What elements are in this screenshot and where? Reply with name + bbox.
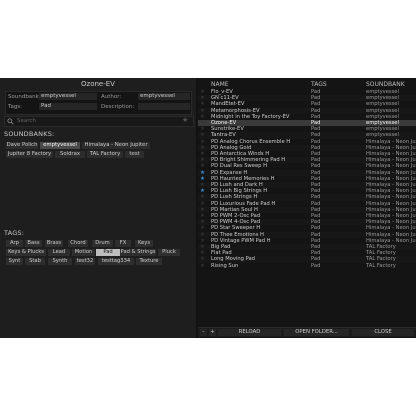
tags-field[interactable]: Pad bbox=[39, 103, 97, 110]
column-header-tags[interactable]: TAGS bbox=[311, 81, 327, 89]
tag-chip[interactable]: Texture bbox=[136, 258, 162, 265]
remove-button[interactable]: - bbox=[200, 329, 207, 336]
table-row[interactable]: ★ Rising Sun Pad TAL Factory bbox=[198, 263, 416, 269]
soundbank-chip[interactable]: Himalaya - Neon Jupiter bbox=[82, 142, 150, 149]
tag-chip[interactable]: Chord bbox=[68, 240, 88, 247]
soundbank-chip[interactable]: Dave Polich bbox=[6, 142, 38, 149]
column-header-soundbank[interactable]: SOUNDBANK bbox=[366, 81, 405, 89]
tag-chip[interactable]: Keys bbox=[135, 240, 153, 247]
favorites-filter-star-icon[interactable]: ★ bbox=[182, 117, 188, 124]
soundbank-label: Soundbank: bbox=[8, 94, 41, 100]
author-label: Author: bbox=[101, 94, 122, 100]
tag-chip[interactable]: Synth bbox=[48, 258, 72, 265]
soundbank-chip[interactable]: emptyvessel bbox=[40, 142, 80, 149]
tag-chip[interactable]: Pad & Strings bbox=[120, 249, 156, 256]
search-input[interactable]: Search bbox=[17, 117, 36, 126]
tag-chip[interactable]: Drum bbox=[92, 240, 113, 247]
soundbanks-title: SOUNDBANKS: bbox=[4, 130, 55, 138]
reload-button[interactable]: RELOAD bbox=[218, 329, 281, 336]
tag-chip[interactable]: Motion bbox=[72, 249, 95, 256]
author-field[interactable]: emptyvessel bbox=[138, 93, 190, 100]
preset-name-cell: Rising Sun bbox=[211, 262, 239, 269]
tags-title: TAGS: bbox=[4, 229, 25, 237]
description-label: Description: bbox=[101, 104, 135, 110]
soundbank-chip[interactable]: test bbox=[125, 151, 144, 158]
tag-chip[interactable]: FX bbox=[115, 240, 131, 247]
tag-chip[interactable]: testtag334 bbox=[98, 258, 134, 265]
preset-browser-window: Ozone-EV Soundbank: emptyvessel Tags: Pa… bbox=[0, 78, 416, 338]
tag-chip[interactable]: Keys & Plucks bbox=[6, 249, 46, 256]
open-folder-button[interactable]: OPEN FOLDER... bbox=[284, 329, 349, 336]
add-button[interactable]: + bbox=[209, 329, 216, 336]
soundbank-field[interactable]: emptyvessel bbox=[39, 93, 97, 100]
soundbank-chip[interactable]: TAL Factory bbox=[87, 151, 123, 158]
preset-title: Ozone-EV bbox=[81, 80, 115, 88]
preset-info-panel: Ozone-EV Soundbank: emptyvessel Tags: Pa… bbox=[0, 78, 196, 338]
description-field[interactable] bbox=[138, 103, 190, 110]
tag-chip[interactable]: Lead bbox=[48, 249, 70, 256]
tag-chip[interactable]: Pad bbox=[96, 249, 120, 256]
tag-chip[interactable]: test32 bbox=[75, 258, 95, 265]
bottom-toolbar: - + RELOAD OPEN FOLDER... CLOSE bbox=[198, 327, 416, 337]
close-button[interactable]: CLOSE bbox=[352, 329, 414, 336]
soundbank-chip[interactable]: Jupiter 8 Factory bbox=[6, 151, 53, 158]
tag-chip[interactable]: Pluck bbox=[158, 249, 180, 256]
search-icon bbox=[7, 118, 14, 125]
tag-chip[interactable]: Bass bbox=[25, 240, 42, 247]
tag-chip[interactable]: Brass bbox=[45, 240, 63, 247]
tag-chip[interactable]: Arp bbox=[6, 240, 23, 247]
column-header-name[interactable]: NAME bbox=[211, 81, 229, 89]
preset-list-panel: NAME TAGS SOUNDBANK ★ Flo_v-EV Pad emptyves… bbox=[198, 78, 416, 338]
preset-tags-cell: Pad bbox=[311, 262, 321, 269]
tags-label: Tags: bbox=[8, 104, 23, 110]
preset-info-box: Soundbank: emptyvessel Tags: Pad Author:… bbox=[5, 91, 192, 115]
preset-soundbank-cell: TAL Factory bbox=[366, 262, 396, 269]
tag-chip[interactable]: Synt bbox=[6, 258, 23, 265]
soundbank-chip[interactable]: Soldrax bbox=[55, 151, 85, 158]
favorite-star-icon[interactable]: ★ bbox=[199, 263, 206, 269]
tag-chip[interactable]: Stab bbox=[25, 258, 45, 265]
search-bar[interactable]: Search bbox=[4, 116, 194, 127]
